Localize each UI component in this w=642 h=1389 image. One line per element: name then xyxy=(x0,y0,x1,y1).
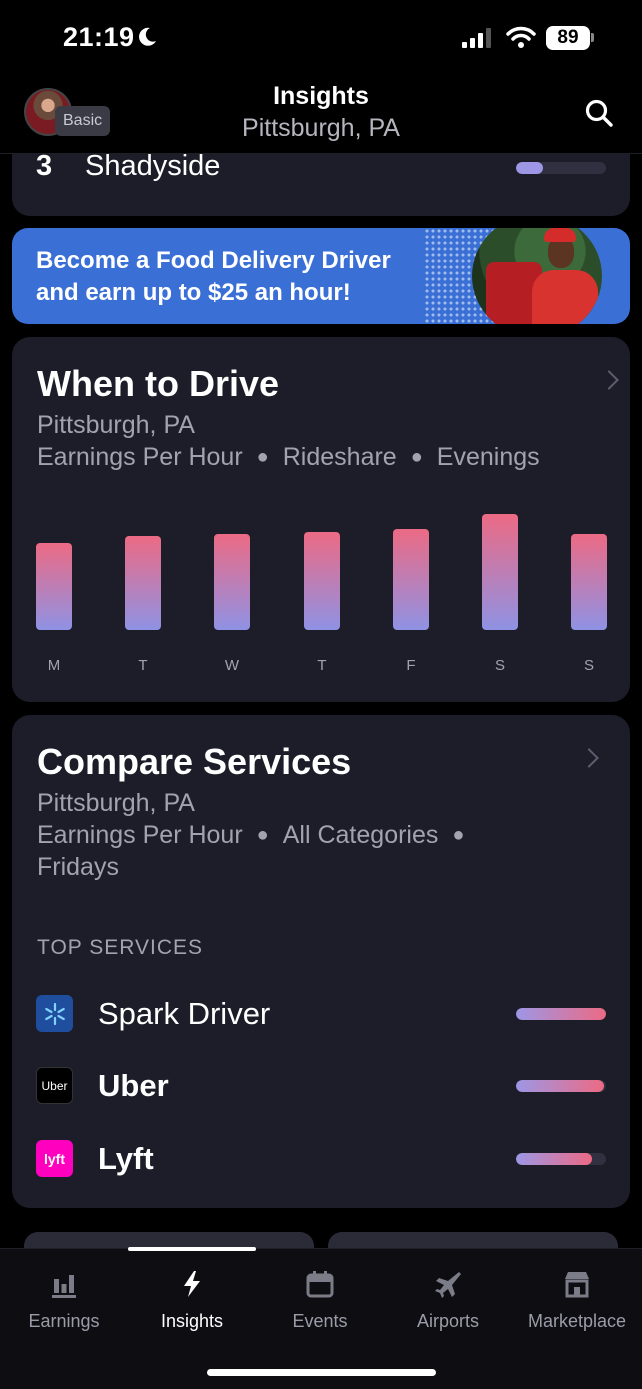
tab-label: Events xyxy=(292,1311,348,1331)
service-name: Lyft xyxy=(98,1141,154,1176)
driver-photo xyxy=(472,228,602,324)
tab-label: Marketplace xyxy=(527,1311,627,1331)
filter-day: Fridays xyxy=(37,853,119,881)
app-header: Basic Insights Pittsburgh, PA xyxy=(0,76,642,154)
chart-bar xyxy=(571,534,607,630)
service-name: Spark Driver xyxy=(98,996,271,1031)
service-level-track xyxy=(516,1008,606,1020)
lightning-icon xyxy=(184,1271,200,1297)
chart-day-label: F xyxy=(406,657,416,674)
service-level-track xyxy=(516,1080,606,1092)
filter-category: All Categories xyxy=(282,821,439,849)
tab-insights[interactable]: Insights xyxy=(128,1269,256,1332)
battery-level: 89 xyxy=(557,27,579,48)
tab-marketplace[interactable]: Marketplace xyxy=(513,1269,641,1332)
driver-cap-shape xyxy=(544,228,576,242)
area-level-fill xyxy=(516,162,543,174)
tab-earnings[interactable]: Earnings xyxy=(0,1269,128,1332)
status-bar: 21:19 89 xyxy=(0,0,642,76)
lyft-logo-text: lyft xyxy=(44,1150,65,1167)
chart-day-label: S xyxy=(494,657,505,674)
chart-bar xyxy=(125,536,161,630)
service-row-uber[interactable]: Uber Uber xyxy=(12,1067,630,1107)
lyft-logo: lyft xyxy=(36,1140,73,1177)
airplane-icon xyxy=(435,1272,461,1298)
spark-icon xyxy=(44,1002,65,1025)
chart-day-label: T xyxy=(138,657,148,674)
tab-events[interactable]: Events xyxy=(256,1269,384,1332)
earnings-bar-chart: MTWTFSS xyxy=(12,337,630,702)
bar-chart-icon xyxy=(52,1275,76,1298)
service-level-fill xyxy=(516,1080,605,1092)
chart-day-label: S xyxy=(583,657,594,674)
filter-metric: Earnings Per Hour xyxy=(37,821,243,849)
compare-services-title: Compare Services xyxy=(37,741,352,782)
search-icon[interactable] xyxy=(584,98,614,128)
chart-bar xyxy=(304,532,340,630)
area-level-track xyxy=(516,162,606,174)
status-time: 21:19 xyxy=(63,22,135,52)
battery-icon: 89 xyxy=(546,26,590,50)
service-row-lyft[interactable]: lyft Lyft xyxy=(12,1140,630,1180)
driver-body-shape xyxy=(532,270,598,324)
chart-day-label: T xyxy=(317,657,327,674)
uber-logo-text: Uber xyxy=(41,1078,68,1093)
storefront-icon xyxy=(565,1272,589,1298)
tab-bar: Earnings Insights Events Airports Market… xyxy=(0,1247,642,1389)
service-row-spark-driver[interactable]: Spark Driver xyxy=(12,995,630,1035)
promo-text: Become a Food Delivery Driver and earn u… xyxy=(36,245,426,309)
spark-driver-logo xyxy=(36,995,73,1032)
promo-line-1: Become a Food Delivery Driver xyxy=(36,247,391,274)
service-level-fill xyxy=(516,1153,592,1165)
home-indicator xyxy=(207,1369,436,1376)
tab-airports[interactable]: Airports xyxy=(384,1269,512,1332)
moon-icon xyxy=(139,27,156,46)
battery-nub xyxy=(591,33,594,42)
separator-dot: ● xyxy=(452,824,465,846)
top-services-label: TOP SERVICES xyxy=(37,936,204,959)
tab-label: Insights xyxy=(160,1311,224,1331)
promo-line-2: and earn up to $25 an hour! xyxy=(36,279,351,306)
signal-icon xyxy=(462,28,491,48)
promo-banner[interactable]: Become a Food Delivery Driver and earn u… xyxy=(12,228,630,324)
when-to-drive-card[interactable]: When to Drive Pittsburgh, PA Earnings Pe… xyxy=(12,337,630,702)
compare-services-filters: Earnings Per Hour ● All Categories ● xyxy=(37,821,478,850)
compare-services-card[interactable]: Compare Services Pittsburgh, PA Earnings… xyxy=(12,715,630,1208)
active-tab-indicator xyxy=(128,1247,256,1251)
chart-bar xyxy=(393,529,429,630)
chart-bar xyxy=(214,534,250,630)
tab-label: Earnings xyxy=(28,1311,100,1331)
chart-day-label: W xyxy=(224,657,240,674)
compare-services-location: Pittsburgh, PA xyxy=(37,789,195,817)
service-level-track xyxy=(516,1153,606,1165)
separator-dot: ● xyxy=(256,824,269,846)
area-name: Shadyside xyxy=(85,150,221,182)
chart-bar xyxy=(36,543,72,630)
location-selector[interactable]: Pittsburgh, PA xyxy=(0,114,642,143)
chart-day-label: M xyxy=(47,657,61,674)
page-title: Insights xyxy=(273,82,369,110)
service-name: Uber xyxy=(98,1068,169,1103)
chart-bar xyxy=(482,514,518,630)
chevron-right-icon xyxy=(579,748,599,768)
service-level-fill xyxy=(516,1008,606,1020)
uber-logo: Uber xyxy=(36,1067,73,1104)
wifi-icon xyxy=(506,26,536,48)
area-rank: 3 xyxy=(36,150,53,182)
calendar-icon xyxy=(306,1271,334,1298)
tab-label: Airports xyxy=(416,1311,479,1331)
